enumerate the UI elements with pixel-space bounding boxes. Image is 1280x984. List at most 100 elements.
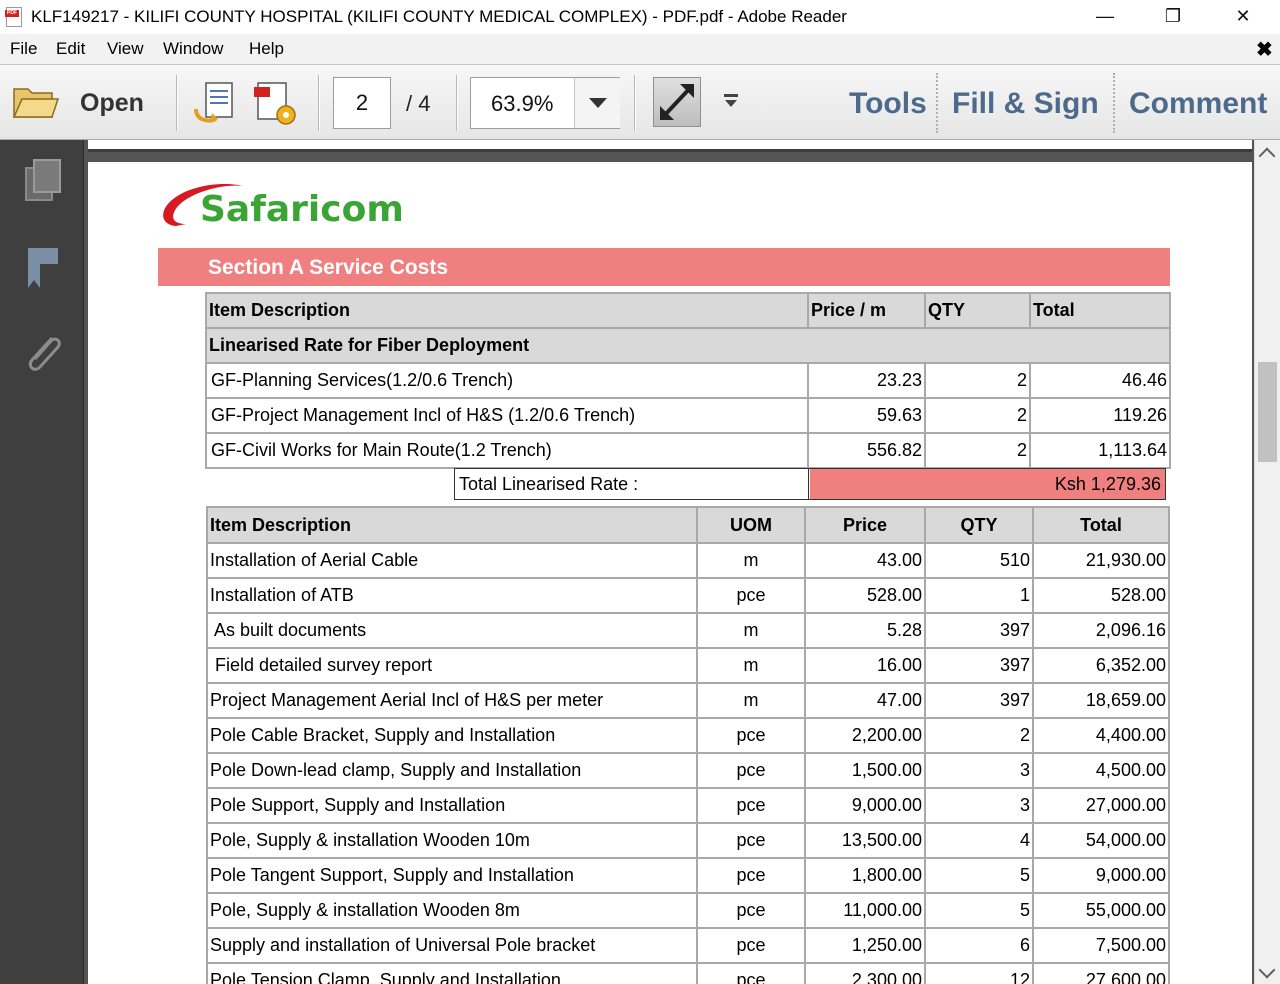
chevron-down-icon[interactable] — [574, 78, 620, 128]
pdf-page: Safaricom Section A Service Costs Item D… — [88, 162, 1252, 984]
logo-text: Safaricom — [200, 189, 401, 230]
item-total: 18,659.00 — [1032, 682, 1170, 719]
item-description: Project Management Aerial Incl of H&S pe… — [206, 682, 698, 719]
item-qty: 397 — [924, 647, 1034, 684]
export-settings-icon[interactable] — [250, 79, 300, 127]
page-number-input[interactable]: 2 — [333, 77, 391, 129]
item-total: 2,096.16 — [1032, 612, 1170, 649]
column-header: UOM — [696, 506, 806, 544]
menu-edit[interactable]: Edit — [56, 39, 85, 59]
table-row: Project Management Aerial Incl of H&S pe… — [206, 682, 1170, 719]
column-header: QTY — [924, 506, 1034, 544]
item-description: Installation of Aerial Cable — [206, 542, 698, 579]
close-document-button[interactable]: ✖ — [1256, 37, 1273, 62]
item-price: 5.28 — [804, 612, 926, 649]
item-description: GF-Project Management Incl of H&S (1.2/0… — [205, 397, 809, 434]
menu-file[interactable]: File — [10, 39, 37, 59]
menu-view[interactable]: View — [107, 39, 144, 59]
item-price: 23.23 — [807, 362, 926, 399]
previous-page-edge — [88, 140, 1252, 152]
items-table-body: Installation of Aerial Cable m 43.00 510 21,… — [206, 542, 1170, 984]
menu-help[interactable]: Help — [249, 39, 284, 59]
table-row: Pole Support, Supply and Installation pce… — [206, 787, 1170, 824]
item-description: Pole Tension Clamp, Supply and Installat… — [206, 962, 698, 984]
create-pdf-icon[interactable] — [192, 79, 242, 127]
item-description: Supply and installation of Universal Pol… — [206, 927, 698, 964]
item-total: 21,930.00 — [1032, 542, 1170, 579]
toolbar-separator — [176, 75, 177, 131]
item-price: 1,500.00 — [804, 752, 926, 789]
item-qty: 1 — [924, 577, 1034, 614]
item-price: 47.00 — [804, 682, 926, 719]
item-total: 27,000.00 — [1032, 787, 1170, 824]
item-total: 9,000.00 — [1032, 857, 1170, 894]
items-table: Item Description UOM Price QTY Total Ins… — [206, 506, 1170, 984]
item-description: Pole Down-lead clamp, Supply and Install… — [206, 752, 698, 789]
table-row: Pole Tension Clamp, Supply and Installat… — [206, 962, 1170, 984]
pane-separator — [1113, 73, 1115, 133]
item-qty: 2 — [924, 432, 1031, 469]
item-qty: 3 — [924, 752, 1034, 789]
menu-window[interactable]: Window — [163, 39, 223, 59]
item-uom: m — [696, 682, 806, 719]
restore-button[interactable]: ❐ — [1150, 0, 1196, 34]
folder-open-icon[interactable] — [12, 81, 60, 123]
item-price: 2,200.00 — [804, 717, 926, 754]
pdf-app-icon: PDF — [5, 7, 22, 27]
safaricom-logo: Safaricom — [163, 184, 401, 230]
item-total: 7,500.00 — [1032, 927, 1170, 964]
item-qty: 4 — [924, 822, 1034, 859]
bookmark-icon[interactable] — [22, 244, 64, 290]
scrollbar-thumb[interactable] — [1258, 362, 1277, 462]
section-title: Section A Service Costs — [208, 256, 449, 279]
scroll-down-icon[interactable] — [1258, 961, 1276, 979]
item-description: GF-Civil Works for Main Route(1.2 Trench… — [205, 432, 809, 469]
item-uom: m — [696, 647, 806, 684]
item-total: 27,600.00 — [1032, 962, 1170, 984]
full-screen-button[interactable] — [653, 77, 701, 127]
minimize-button[interactable]: — — [1082, 0, 1128, 34]
close-window-button[interactable]: ✕ — [1220, 0, 1266, 34]
table-subheader: Linearised Rate for Fiber Deployment — [205, 327, 1171, 364]
item-price: 1,250.00 — [804, 927, 926, 964]
open-button-label[interactable]: Open — [80, 89, 144, 118]
table-row: Field detailed survey report m 16.00 397 6,3… — [206, 647, 1170, 684]
table-row: As built documents m 5.28 397 2,096.16 — [206, 612, 1170, 649]
paperclip-icon[interactable] — [22, 330, 64, 376]
total-label: Total Linearised Rate : — [455, 469, 809, 499]
item-price: 59.63 — [807, 397, 926, 434]
customize-toolbar-icon[interactable] — [722, 93, 740, 109]
column-header: Price / m — [807, 292, 926, 329]
item-price: 528.00 — [804, 577, 926, 614]
tools-pane-link[interactable]: Tools — [849, 87, 927, 121]
column-header: Item Description — [205, 292, 809, 329]
fill-sign-pane-link[interactable]: Fill & Sign — [952, 87, 1099, 121]
item-description: Installation of ATB — [206, 577, 698, 614]
item-uom: pce — [696, 822, 806, 859]
toolbar-separator — [318, 75, 319, 131]
zoom-select[interactable]: 63.9% — [470, 77, 620, 129]
zoom-value[interactable]: 63.9% — [491, 91, 553, 117]
item-total: 6,352.00 — [1032, 647, 1170, 684]
item-description: Pole Tangent Support, Supply and Install… — [206, 857, 698, 894]
item-qty: 5 — [924, 892, 1034, 929]
vertical-scrollbar[interactable] — [1254, 140, 1280, 984]
table-row: GF-Planning Services(1.2/0.6 Trench) 23.… — [205, 362, 1171, 399]
toolbar: Open 2 / 4 63.9% Tools Fill & Sign Comme… — [0, 64, 1280, 140]
column-header: Total — [1029, 292, 1171, 329]
item-uom: pce — [696, 892, 806, 929]
item-price: 2,300.00 — [804, 962, 926, 984]
item-description: Pole Support, Supply and Installation — [206, 787, 698, 824]
navigation-pane — [0, 140, 84, 984]
table-row: Installation of Aerial Cable m 43.00 510 21,… — [206, 542, 1170, 579]
document-viewport[interactable]: Safaricom Section A Service Costs Item D… — [84, 140, 1254, 984]
scroll-up-icon[interactable] — [1258, 147, 1276, 165]
page-thumbnails-icon[interactable] — [22, 158, 64, 204]
table-row: Pole, Supply & installation Wooden 10m pc… — [206, 822, 1170, 859]
comment-pane-link[interactable]: Comment — [1129, 87, 1267, 121]
item-qty: 6 — [924, 927, 1034, 964]
item-qty: 3 — [924, 787, 1034, 824]
item-uom: pce — [696, 577, 806, 614]
item-price: 9,000.00 — [804, 787, 926, 824]
total-linearised-rate: Total Linearised Rate : Ksh 1,279.36 — [454, 468, 1166, 500]
